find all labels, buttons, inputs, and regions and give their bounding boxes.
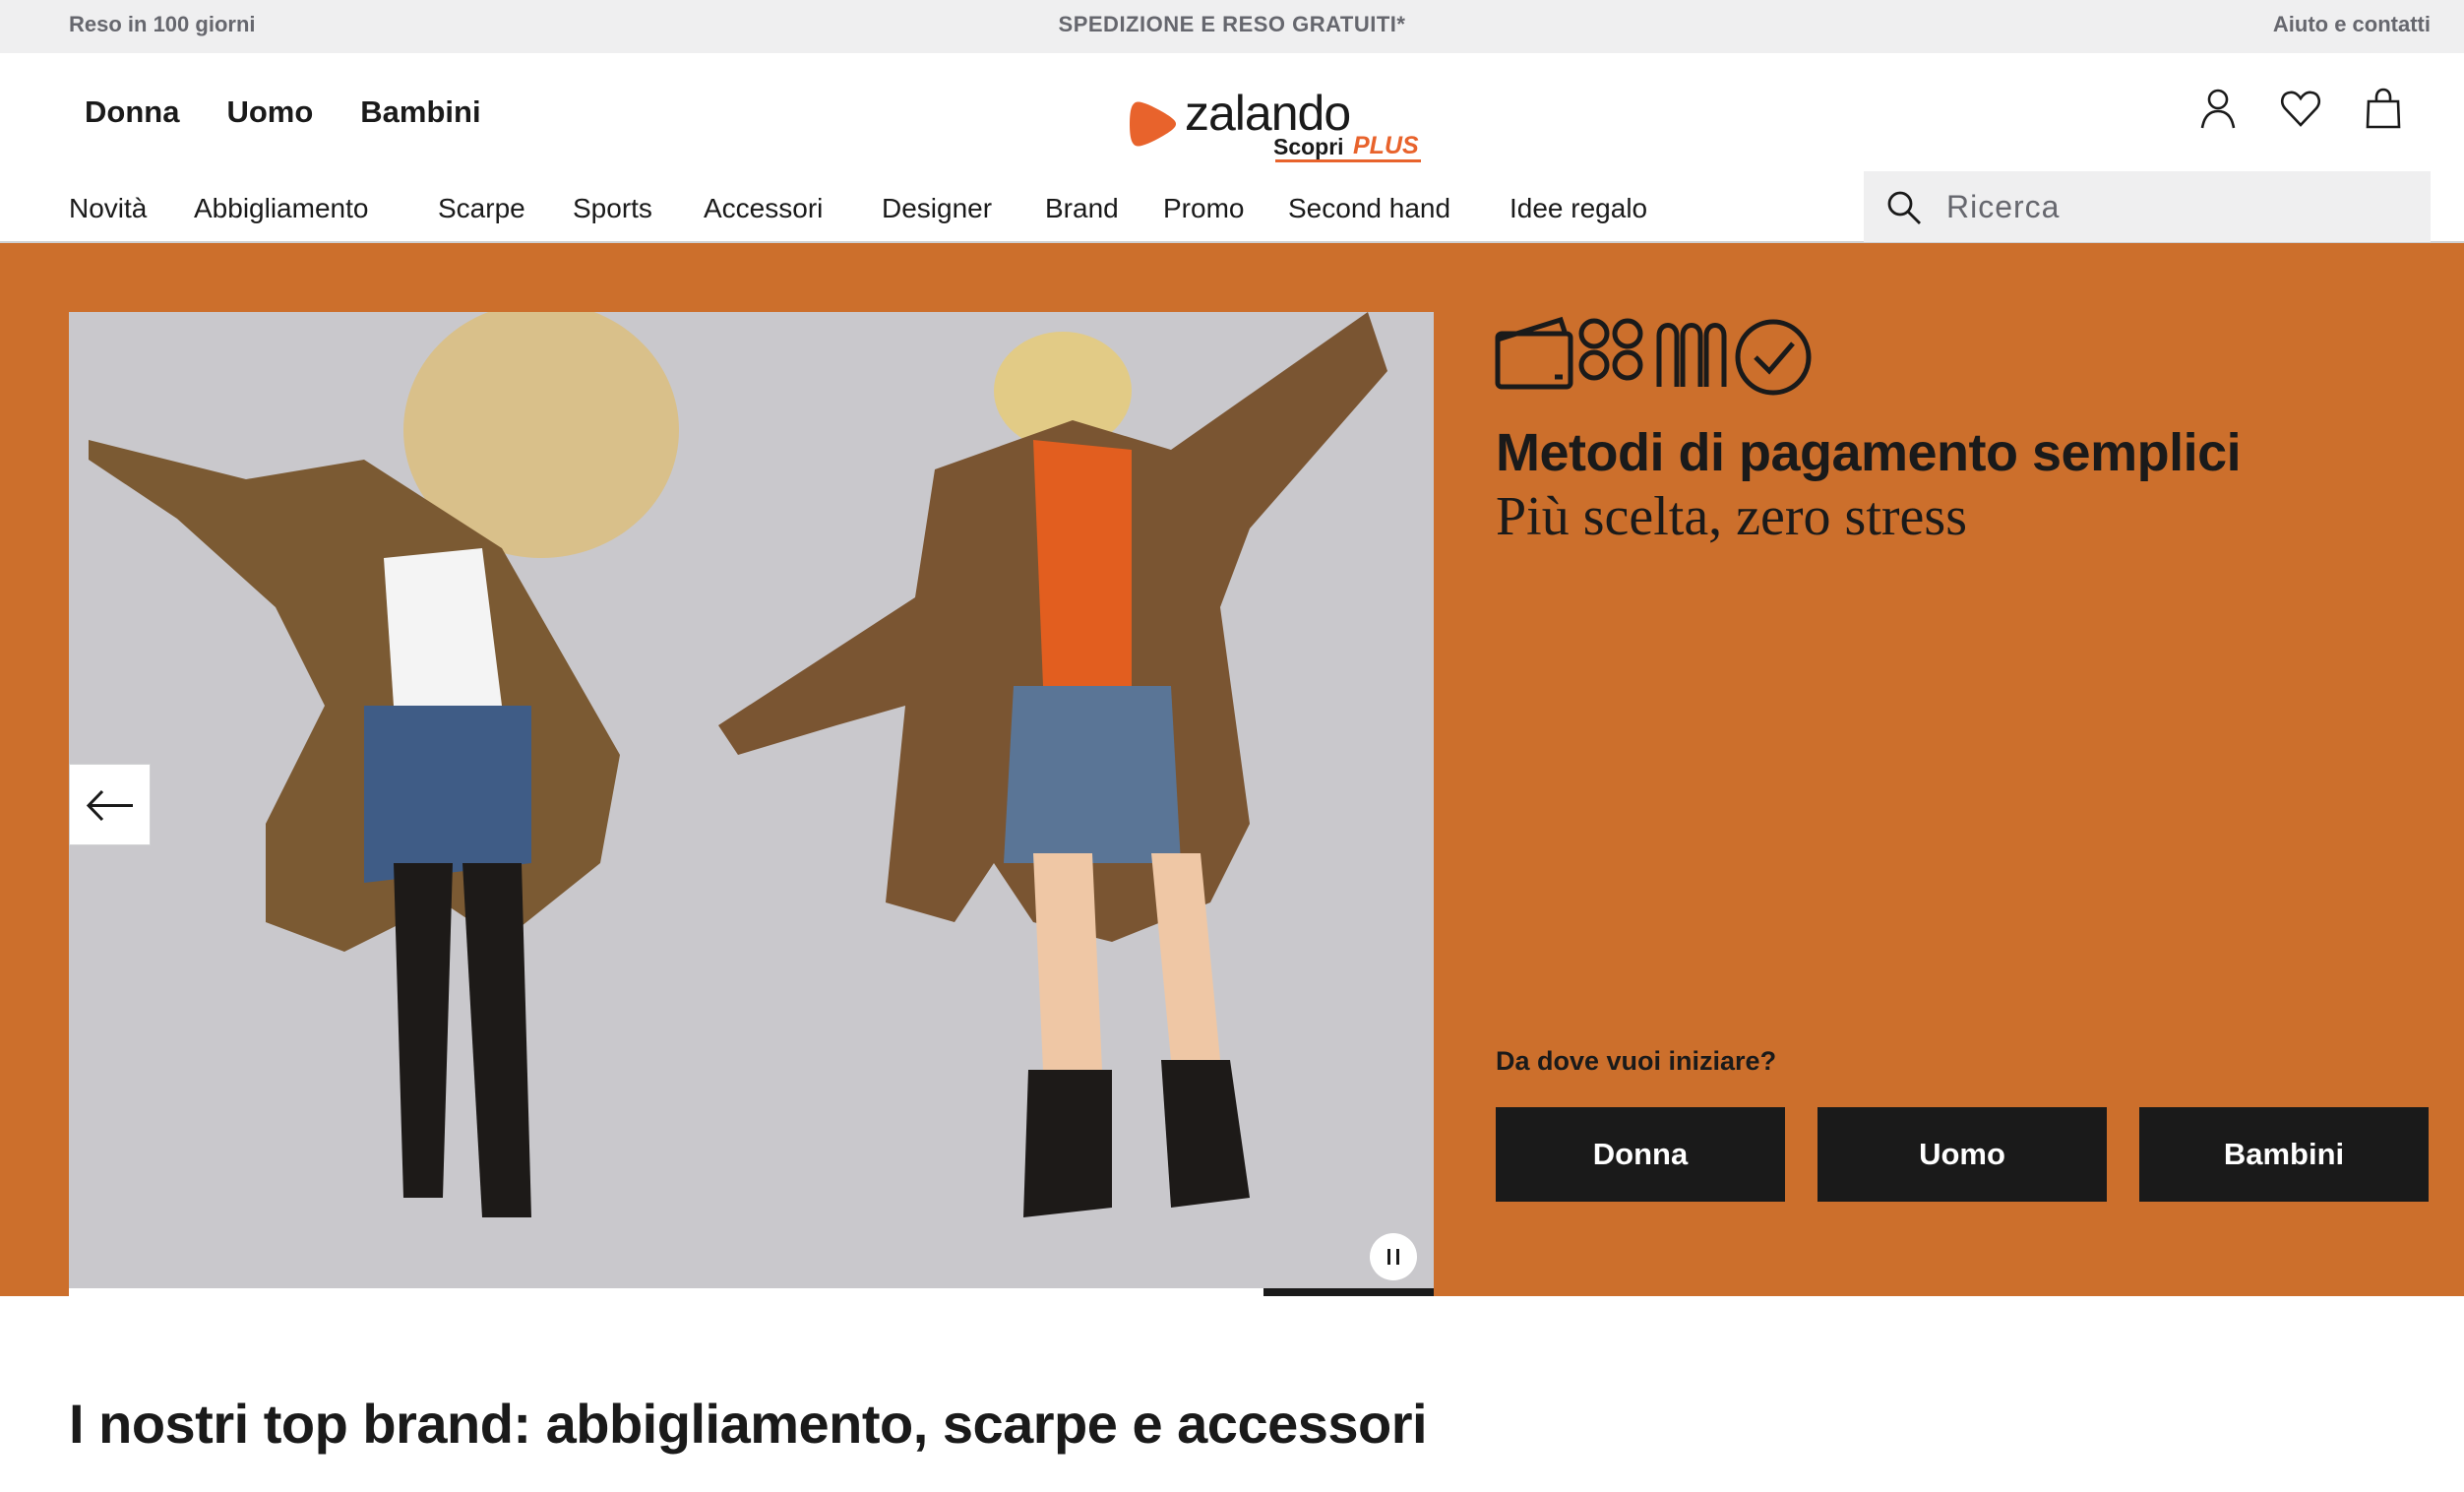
zalando-logo[interactable]: zalando Scopri PLUS <box>1128 86 1452 169</box>
category-brand[interactable]: Brand <box>1045 193 1119 224</box>
category-sports[interactable]: Sports <box>573 193 652 224</box>
search-icon <box>1887 191 1921 224</box>
gender-tab-donna[interactable]: Donna <box>85 94 179 130</box>
free-shipping-banner[interactable]: SPEDIZIONE E RESO GRATUITI* <box>0 12 2464 37</box>
promo-bar: Reso in 100 giorni SPEDIZIONE E RESO GRA… <box>0 0 2464 53</box>
category-accessori[interactable]: Accessori <box>704 193 823 224</box>
gender-tab-bambini[interactable]: Bambini <box>360 94 480 130</box>
payment-icons <box>1494 312 1848 401</box>
pause-icon <box>1387 1249 1399 1265</box>
site-header: Donna Uomo Bambini zalando Scopri PLUS N… <box>0 53 2464 243</box>
carousel-prev-button[interactable] <box>69 764 151 845</box>
shopping-bag-icon[interactable] <box>2362 87 2405 130</box>
hero-title: Metodi di pagamento semplici <box>1496 423 2242 482</box>
header-actions <box>2196 87 2405 130</box>
search-bar[interactable] <box>1864 171 2431 242</box>
hero-subtitle: Più scelta, zero stress <box>1496 486 1967 547</box>
carousel-pause-button[interactable] <box>1370 1233 1417 1280</box>
card-grid-icon <box>1578 318 1643 381</box>
wallet-icon <box>1495 316 1573 390</box>
arrow-left-icon <box>86 789 133 822</box>
account-icon[interactable] <box>2196 87 2240 130</box>
category-second-hand[interactable]: Second hand <box>1288 193 1450 224</box>
top-brands-heading: I nostri top brand: abbigliamento, scarp… <box>69 1393 1428 1455</box>
cta-uomo-button[interactable]: Uomo <box>1817 1107 2107 1202</box>
gender-tab-uomo[interactable]: Uomo <box>226 94 313 130</box>
zalando-play-icon <box>1130 101 1176 147</box>
cta-donna-button[interactable]: Donna <box>1496 1107 1785 1202</box>
carousel-progress-track <box>69 1288 1434 1296</box>
help-contact-link[interactable]: Aiuto e contatti <box>2273 12 2431 37</box>
category-abbigliamento[interactable]: Abbigliamento <box>194 193 368 224</box>
checkmark-circle-icon <box>1735 319 1812 396</box>
category-promo[interactable]: Promo <box>1163 193 1244 224</box>
installments-icon <box>1656 323 1727 387</box>
category-designer[interactable]: Designer <box>882 193 992 224</box>
gender-nav: Donna Uomo Bambini <box>85 94 481 130</box>
search-input[interactable] <box>1946 171 2419 242</box>
category-novita[interactable]: Novità <box>69 193 147 224</box>
hero-campaign-image[interactable] <box>69 312 1434 1288</box>
carousel-progress-fill <box>1263 1288 1434 1296</box>
logo-plus: PLUS <box>1353 132 1419 159</box>
logo-scopri: Scopri <box>1273 134 1344 159</box>
logo-underline <box>1275 159 1421 162</box>
hero-question: Da dove vuoi iniziare? <box>1496 1046 1777 1076</box>
cta-bambini-button[interactable]: Bambini <box>2139 1107 2429 1202</box>
hero-cta-group: Donna Uomo Bambini <box>1496 1107 2429 1202</box>
wishlist-heart-icon[interactable] <box>2279 87 2322 130</box>
hero-banner: Metodi di pagamento semplici Più scelta,… <box>0 243 2464 1296</box>
category-idee-regalo[interactable]: Idee regalo <box>1509 193 1647 224</box>
category-scarpe[interactable]: Scarpe <box>438 193 525 224</box>
